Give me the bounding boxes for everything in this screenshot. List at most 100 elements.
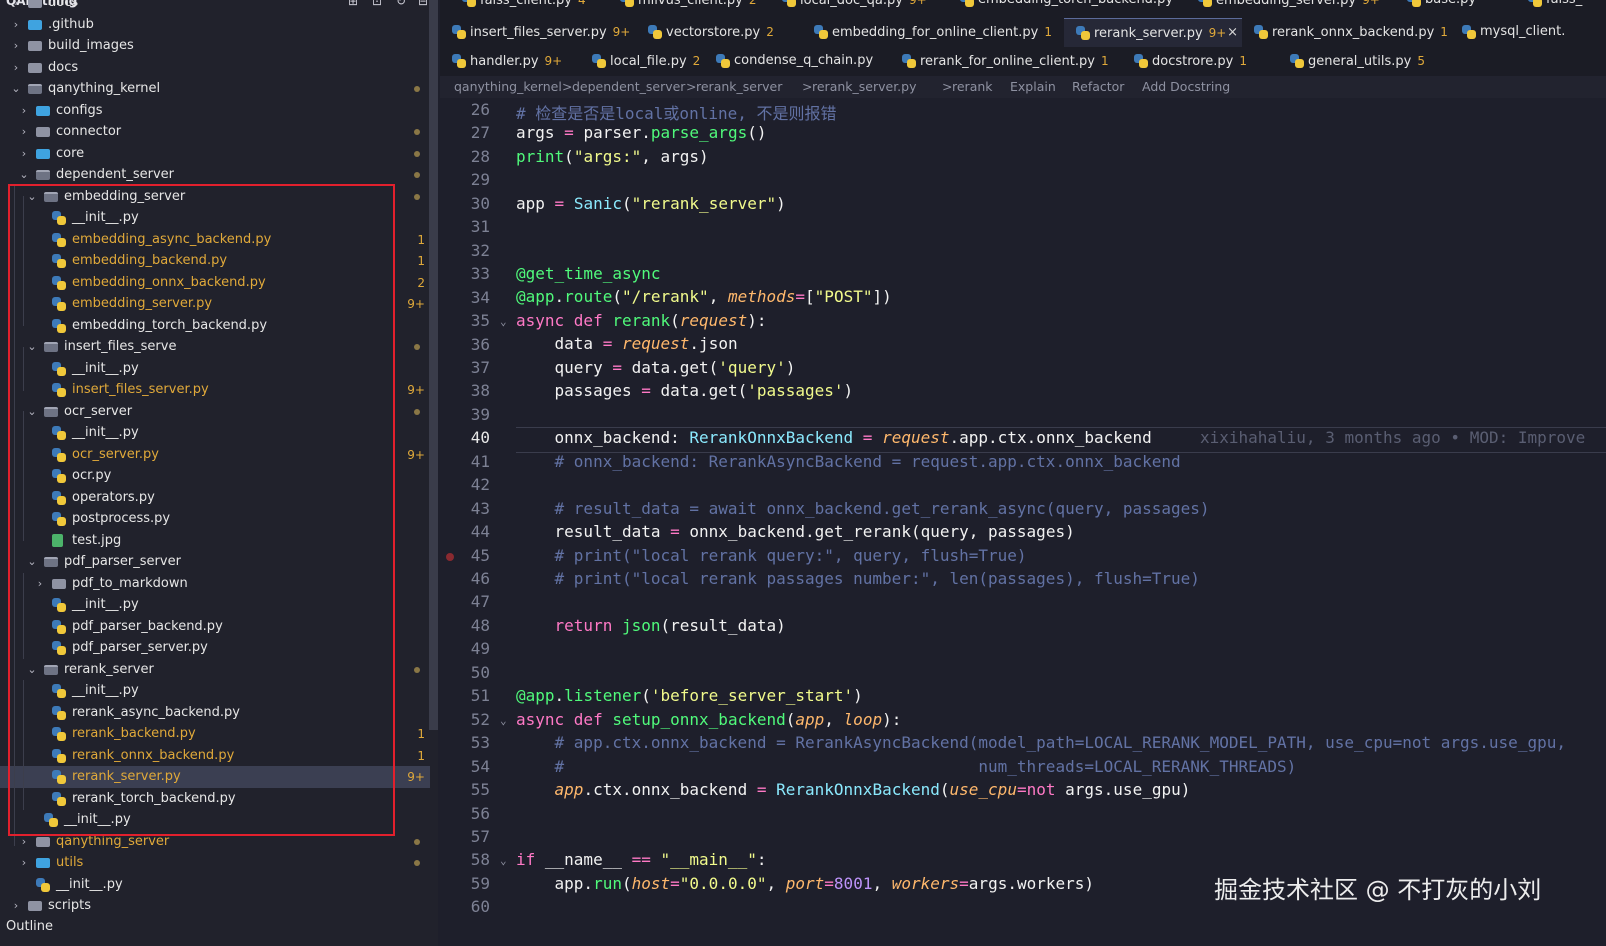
python-file-icon bbox=[1462, 25, 1476, 39]
problem-count-badge: 9+ bbox=[407, 383, 425, 397]
fold-chevron-icon[interactable]: ⌄ bbox=[500, 854, 507, 867]
chevron-right-icon[interactable]: › bbox=[10, 57, 22, 79]
line-number: 42 bbox=[470, 475, 490, 495]
editor-tab[interactable]: vectorstore.py 2 bbox=[636, 18, 802, 46]
editor-tab[interactable]: insert_files_server.py 9+ bbox=[440, 18, 636, 46]
tab-badge: 2 bbox=[748, 0, 757, 7]
tab-label: docstrore.py 1 bbox=[1152, 47, 1247, 76]
chevron-right-icon[interactable]: › bbox=[18, 100, 30, 122]
file-item[interactable]: __init__.py bbox=[0, 874, 430, 896]
tree-item-label: configs bbox=[56, 103, 103, 118]
folder-item[interactable]: Outline bbox=[0, 916, 430, 938]
editor-tab[interactable]: embedding_for_online_client.py 1 bbox=[802, 18, 1064, 46]
code-line-54: # num_threads=LOCAL_RERANK_THREADS) bbox=[554, 757, 1297, 776]
breadcrumb-item[interactable]: rerank bbox=[952, 76, 993, 98]
editor-tab[interactable]: rerank_onnx_backend.py 1 bbox=[1242, 18, 1448, 46]
fold-chevron-icon[interactable]: ⌄ bbox=[500, 714, 507, 727]
python-file-icon bbox=[452, 54, 466, 68]
breadcrumb-item[interactable]: dependent_server bbox=[572, 76, 685, 98]
folder-item[interactable]: › docs bbox=[0, 0, 430, 14]
code-line-55: app.ctx.onnx_backend = RerankOnnxBackend… bbox=[554, 780, 1191, 799]
folder-icon bbox=[28, 901, 42, 911]
breadcrumb-item[interactable]: rerank_server bbox=[696, 76, 782, 98]
folder-item[interactable]: › connector bbox=[0, 121, 430, 143]
line-number: 33 bbox=[470, 264, 490, 284]
python-file-icon bbox=[592, 54, 606, 68]
tree-item-label: utils bbox=[56, 855, 84, 870]
chevron-right-icon[interactable]: › bbox=[10, 0, 22, 14]
folder-item[interactable]: ⌄ qanything_kernel bbox=[0, 78, 430, 100]
chevron-down-icon[interactable]: ⌄ bbox=[10, 78, 22, 100]
editor-tab[interactable]: faiss_client.py 4 bbox=[450, 0, 608, 14]
close-icon[interactable]: × bbox=[1227, 19, 1238, 47]
editor-tab[interactable]: handler.py 9+ bbox=[440, 47, 580, 75]
editor-tab[interactable]: faiss_ bbox=[1516, 0, 1606, 14]
folder-item[interactable]: › build_images bbox=[0, 35, 430, 57]
folder-item[interactable]: › configs bbox=[0, 100, 430, 122]
breadcrumb-item[interactable]: rerank_server.py bbox=[812, 76, 917, 98]
tab-badge: 9+ bbox=[544, 54, 563, 68]
tab-name: embedding_torch_backend.py bbox=[978, 0, 1173, 7]
chevron-right-icon[interactable]: › bbox=[18, 121, 30, 143]
folder-item[interactable]: › .github bbox=[0, 14, 430, 36]
folder-item[interactable]: › utils bbox=[0, 852, 430, 874]
modified-dot-icon bbox=[414, 667, 420, 673]
tab-label: faiss_ bbox=[1546, 0, 1582, 14]
tab-name: rerank_onnx_backend.py bbox=[1272, 25, 1435, 40]
folder-item[interactable]: › scripts bbox=[0, 895, 430, 917]
editor-tab[interactable]: milvus_client.py 2 bbox=[608, 0, 768, 14]
file-explorer: QAnything ⊞ ⊡ ↻ ⊟ ›docs›.github›build_im… bbox=[0, 0, 438, 946]
chevron-right-icon[interactable]: › bbox=[10, 14, 22, 36]
editor-tab[interactable]: embedding_server.py 9+ bbox=[1186, 0, 1382, 14]
tab-label: embedding_server.py 9+ bbox=[1216, 0, 1380, 15]
folder-icon bbox=[28, 0, 42, 8]
tab-name: rerank_for_online_client.py bbox=[920, 54, 1095, 69]
editor-tab[interactable]: mysql_client. bbox=[1450, 18, 1606, 46]
line-number: 48 bbox=[470, 615, 490, 635]
editor-tab[interactable]: rerank_for_online_client.py 1 bbox=[890, 47, 1122, 75]
python-file-icon bbox=[960, 0, 974, 7]
line-number: 58 bbox=[470, 850, 490, 870]
chevron-down-icon[interactable]: ⌄ bbox=[18, 164, 30, 186]
folder-item[interactable]: ⌄ dependent_server bbox=[0, 164, 430, 186]
line-number: 50 bbox=[470, 662, 490, 682]
fold-chevron-icon[interactable]: ⌄ bbox=[500, 315, 507, 328]
tab-name: faiss_ bbox=[1546, 0, 1582, 7]
python-file-icon bbox=[716, 54, 730, 68]
breakpoint-icon[interactable] bbox=[446, 553, 454, 561]
code-line-41: # onnx_backend: RerankAsyncBackend = req… bbox=[554, 452, 1181, 471]
chevron-right-icon[interactable]: › bbox=[10, 895, 22, 917]
editor-tab[interactable]: local_doc_qa.py 9+ bbox=[770, 0, 946, 14]
editor-tab[interactable]: docstrore.py 1 bbox=[1122, 47, 1278, 75]
tree-item-label: __init__.py bbox=[56, 877, 123, 892]
editor-tab[interactable]: rerank_server.py 9+ × bbox=[1064, 18, 1242, 47]
code-line-58: if __name__ == "__main__": bbox=[516, 850, 767, 869]
tab-label: insert_files_server.py 9+ bbox=[470, 18, 630, 47]
editor-tab[interactable]: local_file.py 2 bbox=[580, 47, 704, 75]
tree-item-label: .github bbox=[48, 17, 94, 32]
folder-item[interactable]: › core bbox=[0, 143, 430, 165]
chevron-right-icon[interactable]: › bbox=[18, 143, 30, 165]
folder-icon bbox=[36, 837, 50, 847]
tab-label: milvus_client.py 2 bbox=[638, 0, 757, 15]
line-number: 55 bbox=[470, 780, 490, 800]
chevron-right-icon[interactable]: › bbox=[18, 852, 30, 874]
chevron-right-icon[interactable]: › bbox=[10, 35, 22, 57]
modified-dot-icon bbox=[414, 129, 420, 135]
modified-dot-icon bbox=[414, 194, 420, 200]
folder-item[interactable]: › docs bbox=[0, 57, 430, 79]
editor-tab[interactable]: general_utils.py 5 bbox=[1278, 47, 1474, 75]
tab-label: general_utils.py 5 bbox=[1308, 47, 1425, 76]
codelens-action[interactable]: Refactor bbox=[1072, 76, 1124, 98]
editor-tab[interactable]: condense_q_chain.py bbox=[704, 47, 890, 75]
editor-tab[interactable]: embedding_torch_backend.py bbox=[948, 0, 1174, 14]
breadcrumb-item[interactable]: qanything_kernel bbox=[454, 76, 562, 98]
codelens-action[interactable]: Explain bbox=[1010, 76, 1056, 98]
tab-badge: 2 bbox=[766, 25, 774, 39]
line-number: 52 bbox=[470, 709, 490, 729]
explorer-scrollbar[interactable] bbox=[429, 0, 438, 730]
tree-item-label: docs bbox=[48, 60, 79, 75]
code-editor[interactable]: 26 27 28 29 30 31 32 33 34 35 36 37 38 39 40 41 42 43 44 45… bbox=[440, 98, 1606, 946]
editor-tab[interactable]: base.py bbox=[1395, 0, 1505, 14]
codelens-action[interactable]: Add Docstring bbox=[1142, 76, 1230, 98]
